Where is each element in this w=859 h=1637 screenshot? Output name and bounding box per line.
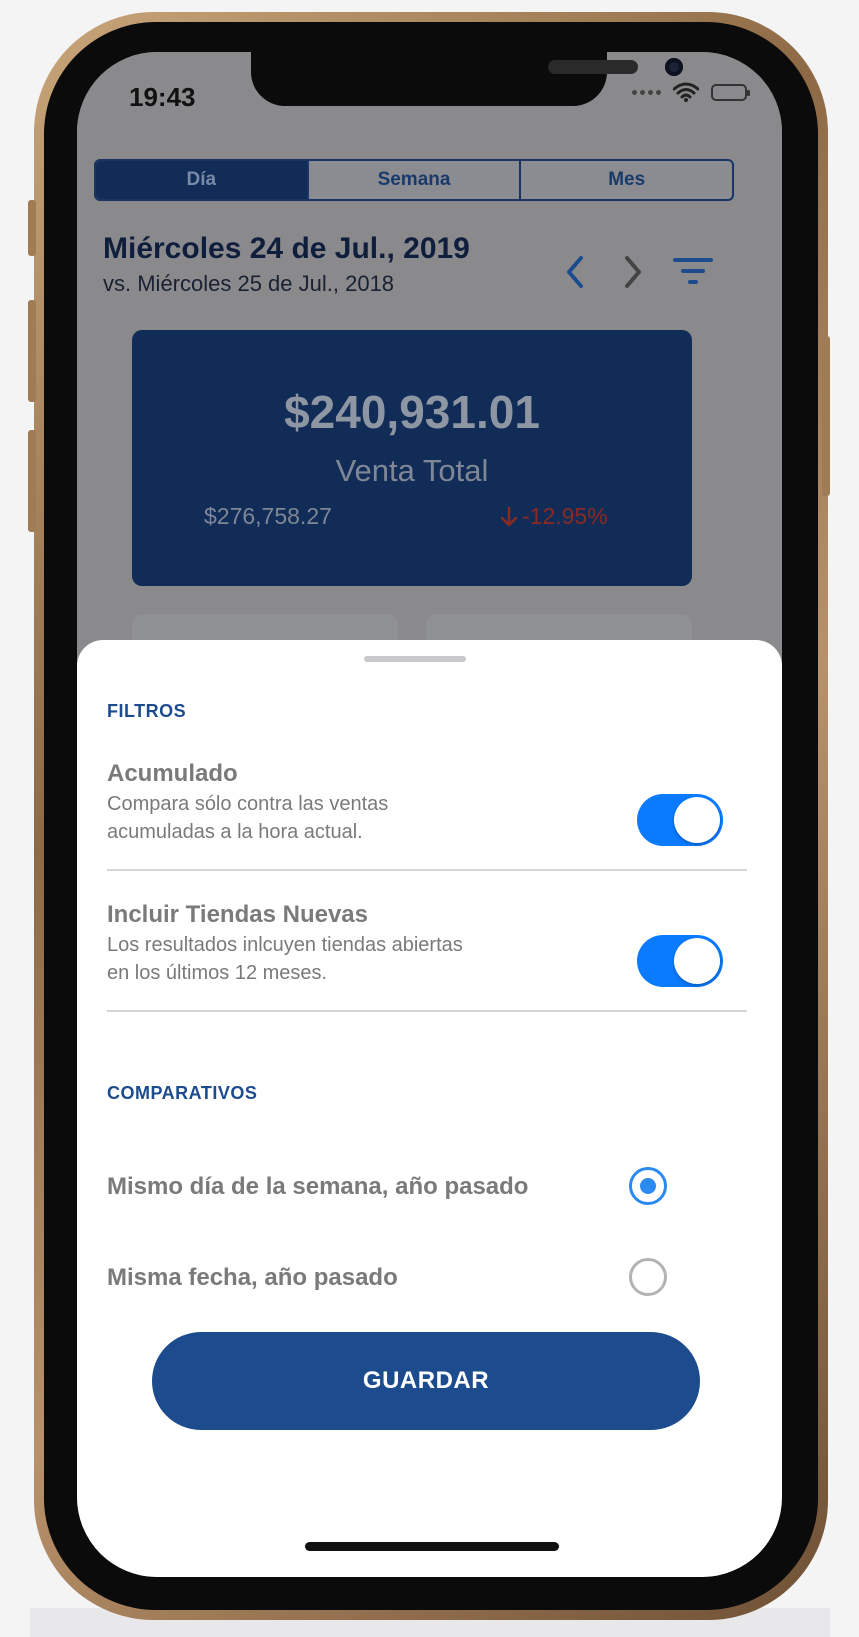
- divider: [107, 1010, 747, 1012]
- comparative-same-weekday-radio[interactable]: [629, 1167, 667, 1205]
- camera: [665, 58, 683, 76]
- power-button: [822, 336, 830, 496]
- date-subtitle: vs. Miércoles 25 de Jul., 2018: [103, 271, 395, 296]
- divider: [107, 869, 747, 871]
- home-indicator: [305, 1542, 559, 1551]
- notch: [251, 52, 683, 106]
- option-acumulado-desc-line2: acumuladas a la hora actual.: [107, 821, 363, 843]
- total-sales-card: $240,931.01 Venta Total $276,758.27 -12.…: [132, 330, 692, 586]
- save-button[interactable]: GUARDAR: [152, 1332, 700, 1430]
- comparative-same-weekday-label[interactable]: Mismo día de la semana, año pasado: [107, 1173, 528, 1201]
- filter-icon[interactable]: [673, 256, 713, 286]
- mute-switch: [28, 200, 36, 256]
- acumulado-toggle[interactable]: [637, 794, 723, 846]
- toggle-knob: [674, 797, 720, 843]
- period-segmented-control: Día Semana Mes: [94, 159, 734, 201]
- option-tiendas-desc-line2: en los últimos 12 meses.: [107, 962, 328, 984]
- chevron-left-icon[interactable]: [563, 254, 587, 290]
- change-indicator: -12.95%: [500, 503, 608, 530]
- option-acumulado-description: Compara sólo contra las ventas acumulada…: [107, 790, 567, 846]
- comparatives-section-title: COMPARATIVOS: [107, 1083, 258, 1103]
- status-icons: [632, 82, 750, 102]
- option-acumulado-title: Acumulado: [107, 760, 238, 787]
- change-percent: -12.95%: [522, 503, 608, 529]
- tab-semana[interactable]: Semana: [309, 161, 522, 199]
- total-amount: $240,931.01: [284, 386, 540, 438]
- status-time: 19:43: [129, 82, 196, 112]
- signal-icon: [632, 89, 661, 95]
- tab-dia[interactable]: Día: [96, 161, 309, 199]
- chevron-right-icon[interactable]: [621, 254, 645, 290]
- previous-amount: $276,758.27: [204, 503, 332, 529]
- volume-down-button: [28, 430, 36, 532]
- option-acumulado-desc-line1: Compara sólo contra las ventas: [107, 793, 389, 815]
- speaker: [548, 60, 638, 74]
- wifi-icon: [673, 82, 699, 102]
- option-tiendas-nuevas-title: Incluir Tiendas Nuevas: [107, 901, 368, 928]
- option-tiendas-desc-line1: Los resultados inlcuyen tiendas abiertas: [107, 934, 463, 956]
- toggle-knob: [674, 938, 720, 984]
- sheet-drag-handle[interactable]: [364, 656, 466, 662]
- comparative-same-date-label[interactable]: Misma fecha, año pasado: [107, 1264, 398, 1292]
- screen: 19:43 Día Semana Mes Miércoles 24 de Jul…: [77, 52, 782, 1577]
- arrow-down-icon: [500, 506, 518, 526]
- volume-up-button: [28, 300, 36, 402]
- battery-icon: [711, 83, 750, 101]
- tab-mes[interactable]: Mes: [521, 161, 732, 199]
- tiendas-nuevas-toggle[interactable]: [637, 935, 723, 987]
- total-label: Venta Total: [335, 453, 489, 488]
- option-tiendas-nuevas-description: Los resultados inlcuyen tiendas abiertas…: [107, 931, 567, 987]
- comparative-same-date-radio[interactable]: [629, 1258, 667, 1296]
- filters-bottom-sheet: FILTROS Acumulado Compara sólo contra la…: [77, 640, 782, 1577]
- filters-section-title: FILTROS: [107, 701, 187, 721]
- date-title: Miércoles 24 de Jul., 2019: [103, 232, 470, 265]
